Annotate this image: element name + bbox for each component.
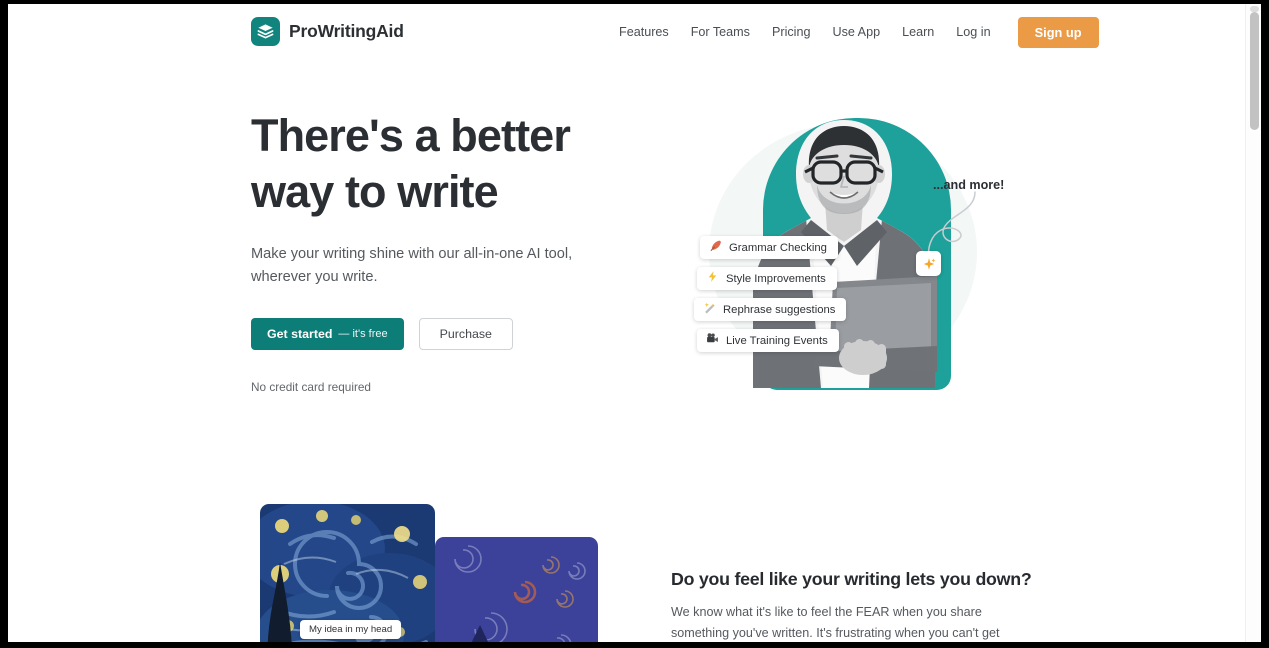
feature-label: Live Training Events <box>726 334 828 347</box>
browser-window: ProWritingAid Features For Teams Pricing… <box>0 0 1269 648</box>
feature-label: Style Improvements <box>726 272 826 285</box>
scrollbar-thumb[interactable] <box>1250 12 1259 130</box>
feature-pill-style-improvements: Style Improvements <box>697 267 837 290</box>
vertical-scrollbar[interactable] <box>1245 4 1261 642</box>
lightning-bolt-icon <box>706 270 719 287</box>
brand-logo[interactable]: ProWritingAid <box>251 17 404 46</box>
hero-copy: There's a better way to write Make your … <box>251 108 651 394</box>
nav-link-pricing[interactable]: Pricing <box>761 25 822 39</box>
magic-wand-icon <box>703 301 716 318</box>
purchase-button[interactable]: Purchase <box>418 318 513 350</box>
feather-pen-icon <box>709 239 722 256</box>
stacked-pages-icon <box>251 17 280 46</box>
blue-doodle-panel <box>435 537 598 642</box>
video-camera-icon <box>706 332 719 349</box>
nav-link-for-teams[interactable]: For Teams <box>680 25 761 39</box>
feature-label: Rephrase suggestions <box>723 303 836 316</box>
main-navigation: Features For Teams Pricing Use App Learn… <box>608 4 1099 60</box>
feature-pill-live-training-events: Live Training Events <box>697 329 839 352</box>
hero-subtitle: Make your writing shine with our all-in-… <box>251 246 573 285</box>
page-title: There's a better way to write <box>251 108 651 220</box>
feature-pill-grammar-checking: Grammar Checking <box>700 236 838 259</box>
and-more-annotation: ...and more! <box>933 178 1005 192</box>
section-title: Do you feel like your writing lets you d… <box>671 569 1032 589</box>
lower-section-copy: Do you feel like your writing lets you d… <box>671 569 1032 642</box>
nav-link-learn[interactable]: Learn <box>891 25 945 39</box>
hero-illustration: ...and more! Grammar Checking Style Impr… <box>671 100 1041 400</box>
section-body: We know what it's like to feel the FEAR … <box>671 605 1000 640</box>
browser-viewport: ProWritingAid Features For Teams Pricing… <box>8 4 1261 642</box>
brand-name: ProWritingAid <box>289 21 404 41</box>
idea-caption: My idea in my head <box>300 620 402 639</box>
get-started-button[interactable]: Get started — it's free <box>251 318 404 350</box>
sparkles-icon <box>916 251 941 276</box>
site-header: ProWritingAid Features For Teams Pricing… <box>8 4 1245 60</box>
no-credit-card-note: No credit card required <box>251 380 371 394</box>
nav-link-use-app[interactable]: Use App <box>821 25 891 39</box>
hero-title-line-1: There's a better <box>251 110 571 161</box>
nav-link-log-in[interactable]: Log in <box>945 25 1001 39</box>
feature-label: Grammar Checking <box>729 241 827 254</box>
get-started-free-note: — it's free <box>338 328 388 340</box>
get-started-label: Get started <box>267 327 333 341</box>
nav-link-features[interactable]: Features <box>608 25 680 39</box>
page-content: ProWritingAid Features For Teams Pricing… <box>8 4 1245 642</box>
sign-up-button[interactable]: Sign up <box>1017 16 1099 48</box>
hero-title-line-2: way to write <box>251 166 499 217</box>
feature-pill-rephrase-suggestions: Rephrase suggestions <box>694 298 847 321</box>
hero-cta-group: Get started — it's free Purchase <box>251 318 651 350</box>
